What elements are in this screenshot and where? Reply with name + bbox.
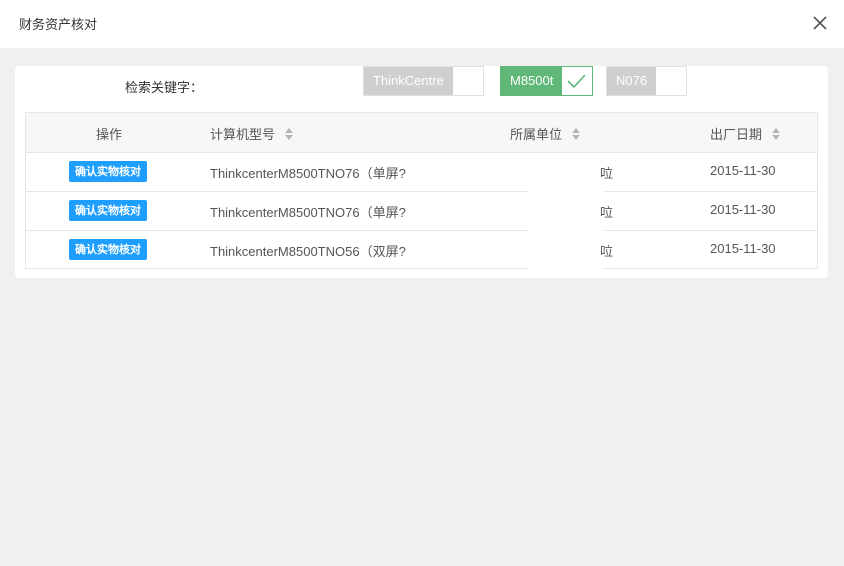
model-cell: ThinkcenterM8500TNO76（单屏? [210, 166, 406, 181]
keyword-checkbox[interactable] [452, 67, 483, 95]
column-header-action: 操作 [96, 128, 123, 143]
sort-icon[interactable] [572, 127, 581, 140]
keyword-checkbox[interactable] [562, 67, 593, 95]
unit-cell: 㕸 [600, 244, 614, 259]
column-header-model[interactable]: 计算机型号 [210, 124, 294, 143]
keyword-tag-text: ThinkCentre [364, 67, 453, 95]
keyword-toggle-m8500t[interactable]: M8500t [500, 66, 594, 96]
column-header-unit[interactable]: 所属单位 [510, 124, 581, 143]
sort-icon[interactable] [285, 127, 294, 140]
keyword-tag-text: N076 [607, 67, 657, 95]
sort-icon[interactable] [772, 127, 781, 140]
keyword-toggle-n076[interactable]: N076 [606, 66, 688, 96]
column-header-date[interactable]: 出厂日期 [710, 124, 781, 143]
date-cell: 2015-11-30 [710, 163, 776, 178]
dialog-header: 财务资产核对 [0, 0, 844, 48]
content-card: 检索关键字： ThinkCentre M8500t N076 操作 计算机型号 … [15, 66, 828, 278]
confirm-check-button[interactable]: 确认实物核对 [69, 239, 147, 260]
redaction-mask [527, 267, 604, 270]
table-row: 确认实物核对 ThinkcenterM8500TNO56（双屏? 㕸 2015-… [26, 230, 817, 269]
keyword-label: 检索关键字： [125, 81, 204, 96]
check-icon [567, 74, 586, 89]
confirm-check-button[interactable]: 确认实物核对 [69, 161, 147, 182]
model-cell: ThinkcenterM8500TNO56（双屏? [210, 244, 406, 259]
redaction-mask [558, 189, 603, 193]
redaction-mask [527, 228, 604, 232]
keyword-tag-text: M8500t [501, 67, 563, 95]
date-cell: 2015-11-30 [710, 241, 776, 256]
dialog-title: 财务资产核对 [19, 18, 98, 33]
date-cell: 2015-11-30 [710, 202, 776, 217]
keyword-checkbox[interactable] [656, 67, 687, 95]
model-cell: ThinkcenterM8500TNO76（单屏? [210, 205, 406, 220]
asset-table: 操作 计算机型号 所属单位 出厂日期 确认实物核对 ThinkcenterM85… [25, 112, 818, 270]
unit-cell: 㕸 [600, 166, 614, 181]
table-row: 确认实物核对 ThinkcenterM8500TNO76（单屏? 㕸 2015-… [26, 152, 817, 192]
close-icon[interactable] [810, 13, 830, 33]
confirm-check-button[interactable]: 确认实物核对 [69, 200, 147, 221]
table-header: 操作 计算机型号 所属单位 出厂日期 [26, 113, 817, 153]
unit-cell: 㕸 [600, 205, 614, 220]
keyword-toggle-thinkcentre[interactable]: ThinkCentre [363, 66, 484, 96]
table-row: 确认实物核对 ThinkcenterM8500TNO76（单屏? 㕸 2015-… [26, 191, 817, 231]
